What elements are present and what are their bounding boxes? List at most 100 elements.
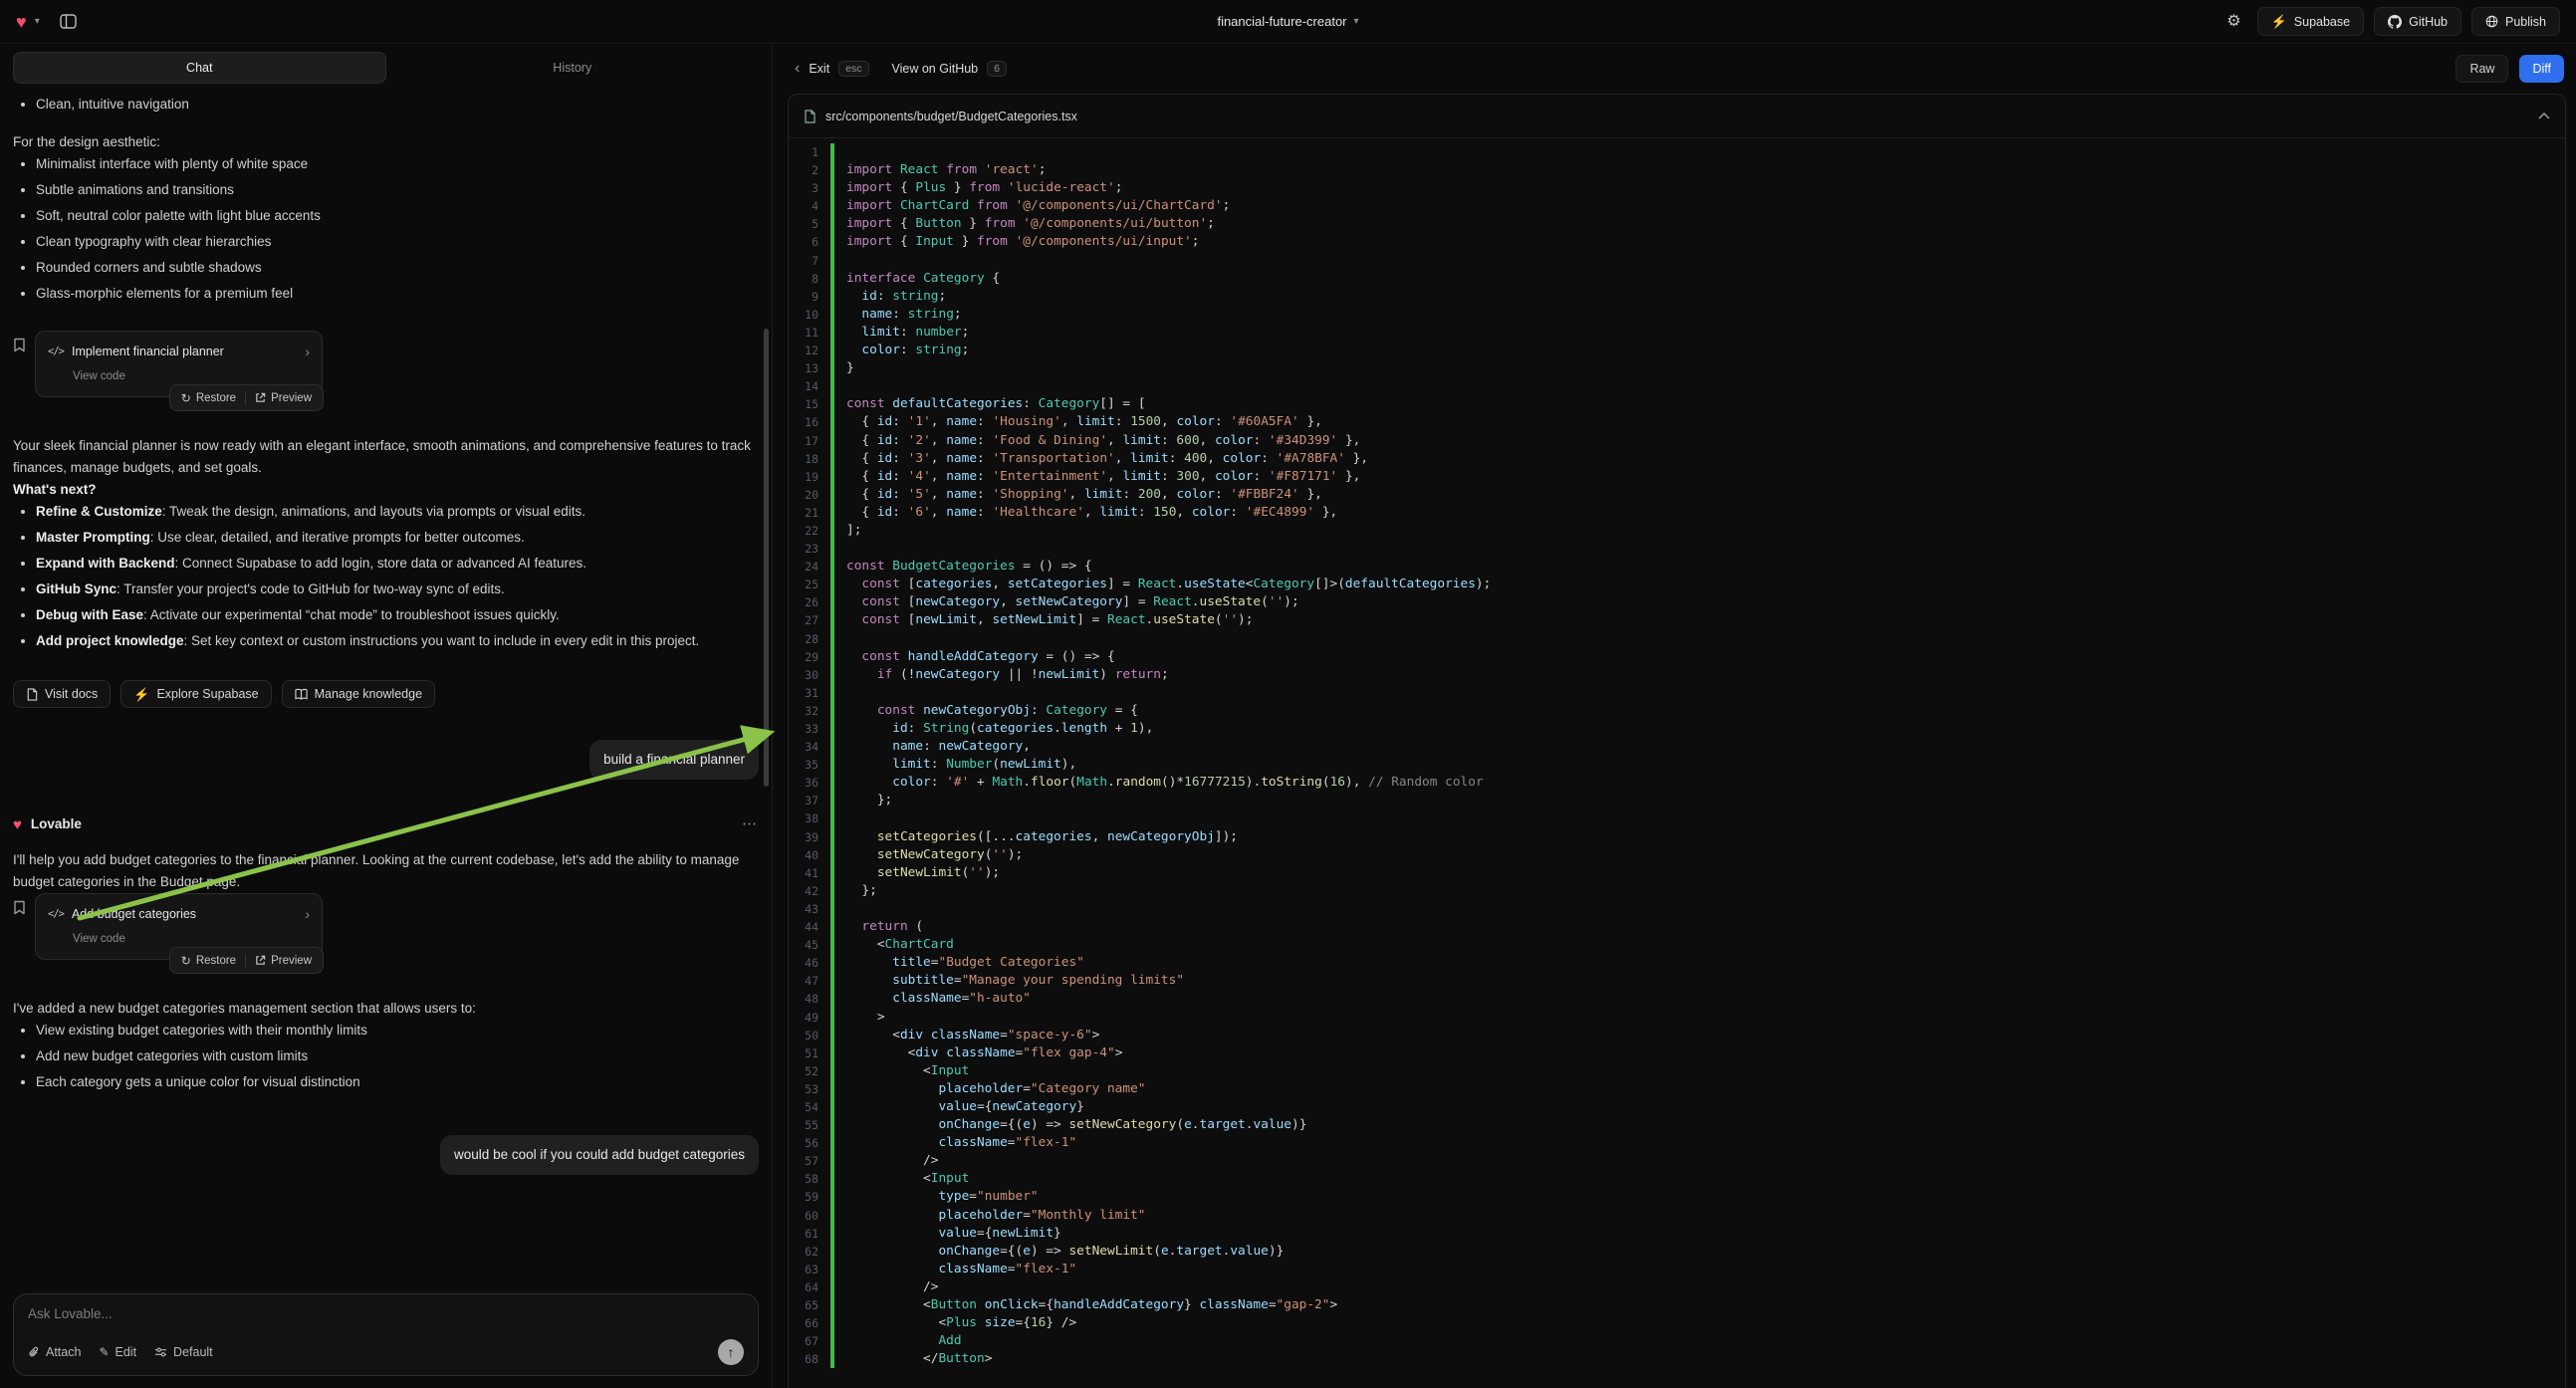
chevron-left-icon[interactable]: ‹: [795, 61, 800, 77]
project-chevron-down-icon: ▾: [1354, 17, 1359, 27]
raw-button[interactable]: Raw: [2456, 55, 2508, 83]
code-edit-card[interactable]: </> Add budget categories › View code ↻ …: [35, 893, 323, 960]
code-line: 36 color: '#' + Math.floor(Math.random()…: [789, 774, 2565, 792]
github-button[interactable]: GitHub: [2374, 7, 2461, 36]
project-name: financial-future-creator: [1217, 14, 1346, 29]
manage-knowledge-button[interactable]: Manage knowledge: [282, 680, 435, 708]
code-line: 29 const handleAddCategory = () => {: [789, 648, 2565, 666]
code-toolbar: ‹ Exit esc View on GitHub 6 Raw Diff: [773, 44, 2576, 94]
bullet-item: View existing budget categories with the…: [36, 1020, 759, 1041]
line-number: 38: [789, 810, 830, 827]
up-arrow-icon: ↑: [728, 1344, 735, 1360]
code-line: 12 color: string;: [789, 342, 2565, 359]
code-line: 24const BudgetCategories = () => {: [789, 558, 2565, 576]
tab-chat[interactable]: Chat: [13, 52, 386, 84]
line-number: 15: [789, 395, 830, 413]
line-number: 6: [789, 233, 830, 251]
code-line: 22];: [789, 522, 2565, 540]
code-line: 48 className="h-auto": [789, 990, 2565, 1008]
line-number: 9: [789, 288, 830, 306]
code-line: 64 />: [789, 1278, 2565, 1296]
bullet-item: Refine & Customize: Tweak the design, an…: [36, 501, 759, 523]
code-edit-card[interactable]: </> Implement financial planner › View c…: [35, 331, 323, 397]
line-number: 27: [789, 611, 830, 629]
card-actions: ↻ Restore Preview: [169, 947, 324, 974]
code-line: 4import ChartCard from '@/components/ui/…: [789, 197, 2565, 215]
diff-button[interactable]: Diff: [2519, 55, 2564, 83]
message-menu-icon[interactable]: ⋯: [742, 813, 759, 835]
view-on-github-link[interactable]: View on GitHub: [892, 62, 979, 76]
chevron-up-icon[interactable]: [2538, 113, 2550, 119]
logo-chevron-down-icon[interactable]: ▾: [35, 17, 40, 27]
code-line: 31: [789, 684, 2565, 702]
line-number: 26: [789, 593, 830, 611]
code-line: 66 <Plus size={16} />: [789, 1314, 2565, 1332]
assistant-message: Your sleek financial planner is now read…: [13, 435, 759, 479]
code-line: 55 onChange={(e) => setNewCategory(e.tar…: [789, 1116, 2565, 1134]
card-actions: ↻ Restore Preview: [169, 384, 324, 411]
restore-button[interactable]: ↻ Restore: [172, 385, 245, 410]
card-title-row: </> Add budget categories ›: [48, 903, 310, 925]
code-line: 53 placeholder="Category name": [789, 1080, 2565, 1098]
bullet-item: Rounded corners and subtle shadows: [36, 257, 759, 279]
line-number: 24: [789, 558, 830, 576]
code-line: 49 >: [789, 1009, 2565, 1027]
attach-button[interactable]: Attach: [28, 1345, 81, 1359]
line-number: 61: [789, 1225, 830, 1243]
code-line: 10 name: string;: [789, 306, 2565, 324]
assistant-name: Lovable: [31, 813, 82, 835]
line-number: 2: [789, 161, 830, 179]
code-editor[interactable]: 1 2import React from 'react';3import { P…: [789, 138, 2565, 1388]
code-line: 35 limit: Number(newLimit),: [789, 756, 2565, 774]
sidebar-toggle-icon[interactable]: [60, 14, 77, 29]
lovable-logo-icon[interactable]: ♥: [16, 13, 27, 31]
line-number: 37: [789, 792, 830, 810]
topbar-left: ♥ ▾: [16, 13, 77, 31]
supabase-label: Supabase: [2294, 15, 2350, 29]
file-card-header[interactable]: src/components/budget/BudgetCategories.t…: [789, 95, 2565, 138]
explore-supabase-button[interactable]: ⚡ Explore Supabase: [120, 680, 271, 708]
bullet-item: Add project knowledge: Set key context o…: [36, 630, 759, 652]
publish-button[interactable]: Publish: [2471, 7, 2560, 36]
chat-scrollbar[interactable]: [764, 329, 769, 787]
restore-button[interactable]: ↻ Restore: [172, 948, 245, 973]
bookmark-icon[interactable]: [13, 338, 26, 352]
send-button[interactable]: ↑: [718, 1339, 744, 1365]
feature-bullet-list: View existing budget categories with the…: [13, 1020, 759, 1093]
code-line: 46 title="Budget Categories": [789, 954, 2565, 972]
line-number: 40: [789, 846, 830, 864]
preview-button[interactable]: Preview: [246, 948, 321, 973]
chat-message-list[interactable]: Clean, intuitive navigation For the desi…: [0, 84, 772, 1281]
line-number: 59: [789, 1188, 830, 1206]
topbar-right: ⚙ ⚡ Supabase GitHub Publish: [2226, 7, 2560, 36]
exit-button[interactable]: Exit: [809, 62, 829, 76]
chat-input[interactable]: Ask Lovable...: [28, 1306, 744, 1321]
tab-history[interactable]: History: [386, 52, 760, 84]
supabase-button[interactable]: ⚡ Supabase: [2257, 7, 2365, 36]
user-message-row: build a financial planner: [13, 740, 759, 780]
file-icon: [804, 110, 816, 123]
bullet-item: Debug with Ease: Activate our experiment…: [36, 604, 759, 626]
composer[interactable]: Ask Lovable... Attach ✎ Edit: [13, 1293, 759, 1376]
line-number: 10: [789, 306, 830, 324]
code-line: 44 return (: [789, 918, 2565, 936]
line-number: 45: [789, 936, 830, 954]
supabase-bolt-icon: ⚡: [2271, 15, 2287, 28]
preview-button[interactable]: Preview: [246, 385, 321, 410]
settings-button[interactable]: ⚙: [2226, 14, 2240, 30]
code-line: 9 id: string;: [789, 288, 2565, 306]
bullet-item: Minimalist interface with plenty of whit…: [36, 153, 759, 175]
card-title: Add budget categories: [72, 903, 297, 925]
bookmark-icon[interactable]: [13, 900, 26, 915]
code-line: 23: [789, 540, 2565, 558]
visit-docs-button[interactable]: Visit docs: [13, 680, 111, 708]
line-number: 7: [789, 252, 830, 270]
default-mode-button[interactable]: Default: [154, 1345, 213, 1359]
line-number: 22: [789, 522, 830, 540]
code-line: 45 <ChartCard: [789, 936, 2565, 954]
line-number: 43: [789, 900, 830, 918]
quick-actions: Visit docs ⚡ Explore Supabase Manage kno…: [13, 680, 759, 708]
project-switcher[interactable]: financial-future-creator ▾: [1217, 14, 1358, 29]
edit-button[interactable]: ✎ Edit: [99, 1345, 136, 1359]
github-label: GitHub: [2409, 15, 2448, 29]
